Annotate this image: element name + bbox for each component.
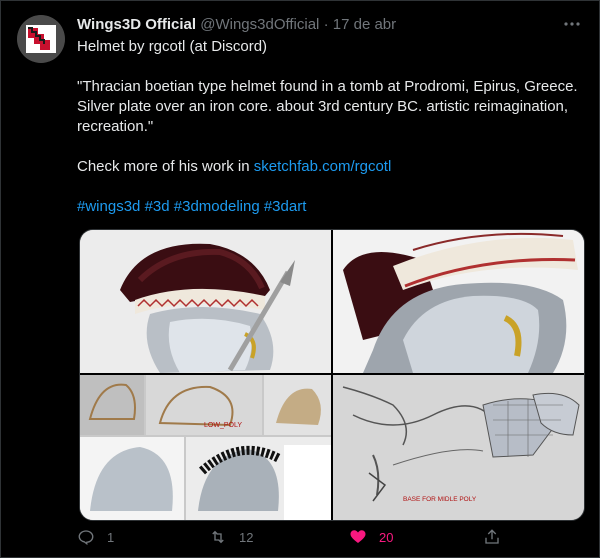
reply-count: 1 [107,529,115,545]
tweet-check-line: Check more of his work in sketchfab.com/… [77,157,583,177]
like-count: 20 [379,529,394,545]
share-icon [485,529,499,544]
hashtag[interactable]: #3dart [264,198,307,215]
retweet-icon [212,530,224,544]
like-button[interactable]: 20 [349,523,393,551]
check-prefix: Check more of his work in [77,158,254,175]
low-poly-label: LOW_POLY [204,422,242,429]
display-name[interactable]: Wings3D Official [77,16,196,33]
tweet-card[interactable]: Wings3D Official @Wings3dOfficial · 17 d… [0,0,600,558]
hashtag[interactable]: #wings3d [77,198,140,215]
tweet-line-title: Helmet by rgcotl (at Discord) [77,38,268,55]
media-image-3[interactable]: LOW_POLY [80,375,331,520]
tweet-quote: "Thracian boetian type helmet found in a… [77,78,578,135]
wings3d-logo-icon [17,15,65,63]
hashtag[interactable]: #3d [145,198,170,215]
tweet-date[interactable]: 17 de abr [333,16,396,33]
reply-icon [78,530,94,546]
heart-icon [350,530,366,543]
tweet-body: Helmet by rgcotl (at Discord) "Thracian … [77,37,583,237]
media-image-2[interactable] [333,230,584,373]
separator-dot: · [323,16,329,33]
media-grid: LOW_POLY BASE FOR MIDLE POLY [79,229,585,521]
avatar[interactable] [17,15,65,63]
hashtag-line: #wings3d #3d #3dmodeling #3dart [77,197,583,217]
retweet-button[interactable]: 12 [209,523,253,551]
user-handle[interactable]: @Wings3dOfficial [200,16,319,33]
hashtag[interactable]: #3dmodeling [174,198,260,215]
share-button[interactable] [483,523,501,551]
tweet-actions: 1 12 20 [77,523,583,551]
sketchfab-link[interactable]: sketchfab.com/rgcotl [254,158,392,175]
media-image-4[interactable]: BASE FOR MIDLE POLY [333,375,584,520]
base-mesh-label: BASE FOR MIDLE POLY [403,496,477,503]
tweet-header: Wings3D Official @Wings3dOfficial · 17 d… [77,15,583,35]
more-options-icon[interactable] [563,15,581,38]
media-image-1[interactable] [80,230,331,373]
reply-button[interactable]: 1 [77,523,114,551]
retweet-count: 12 [239,529,254,545]
